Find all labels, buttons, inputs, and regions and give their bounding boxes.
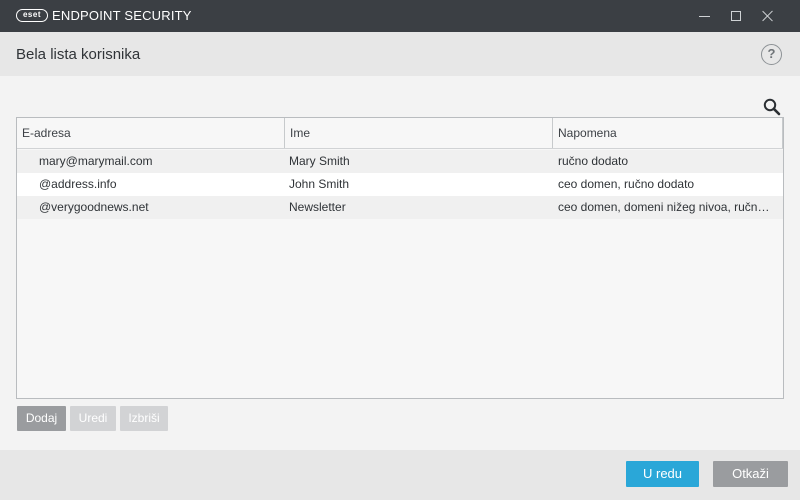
table-row[interactable]: @verygoodnews.net Newsletter ceo domen, … xyxy=(17,196,783,219)
title-bar: eset ENDPOINT SECURITY xyxy=(0,0,800,32)
cell-note: ceo domen, domeni nižeg nivoa, ručno dod… xyxy=(558,200,776,214)
add-button[interactable]: Dodaj xyxy=(17,406,66,431)
dialog-footer: U redu Otkaži xyxy=(0,450,800,500)
help-button[interactable]: ? xyxy=(761,44,782,65)
cell-email: mary@marymail.com xyxy=(39,154,153,168)
minimize-button[interactable] xyxy=(688,0,720,32)
table-row[interactable]: mary@marymail.com Mary Smith ručno dodat… xyxy=(17,150,783,173)
search-icon xyxy=(763,98,781,116)
delete-button[interactable]: Izbriši xyxy=(120,406,168,431)
ok-button[interactable]: U redu xyxy=(626,461,699,487)
cell-note: ceo domen, ručno dodato xyxy=(558,177,695,191)
cell-name: Newsletter xyxy=(289,200,346,214)
maximize-button[interactable] xyxy=(720,0,752,32)
column-header-email[interactable]: E-adresa xyxy=(17,118,285,148)
table-row[interactable]: @address.info John Smith ceo domen, ručn… xyxy=(17,173,783,196)
close-icon xyxy=(762,10,774,22)
column-header-note[interactable]: Napomena xyxy=(553,118,783,148)
cell-name: John Smith xyxy=(289,177,350,191)
cell-email: @verygoodnews.net xyxy=(39,200,149,214)
column-header-name[interactable]: Ime xyxy=(285,118,553,148)
content-area: E-adresa Ime Napomena mary@marymail.com … xyxy=(0,76,800,450)
eset-logo: eset xyxy=(16,9,48,22)
cancel-button[interactable]: Otkaži xyxy=(713,461,788,487)
cell-name: Mary Smith xyxy=(289,154,350,168)
edit-button[interactable]: Uredi xyxy=(70,406,116,431)
maximize-icon xyxy=(731,11,741,21)
app-title: ENDPOINT SECURITY xyxy=(52,8,192,23)
table-header: E-adresa Ime Napomena xyxy=(17,118,783,149)
minimize-icon xyxy=(698,15,710,17)
close-button[interactable] xyxy=(752,0,784,32)
cell-note: ručno dodato xyxy=(558,154,629,168)
search-button[interactable] xyxy=(760,96,784,118)
page-title: Bela lista korisnika xyxy=(16,46,141,63)
page-header: Bela lista korisnika ? xyxy=(0,32,800,76)
cell-email: @address.info xyxy=(39,177,117,191)
whitelist-table: E-adresa Ime Napomena mary@marymail.com … xyxy=(16,117,784,399)
